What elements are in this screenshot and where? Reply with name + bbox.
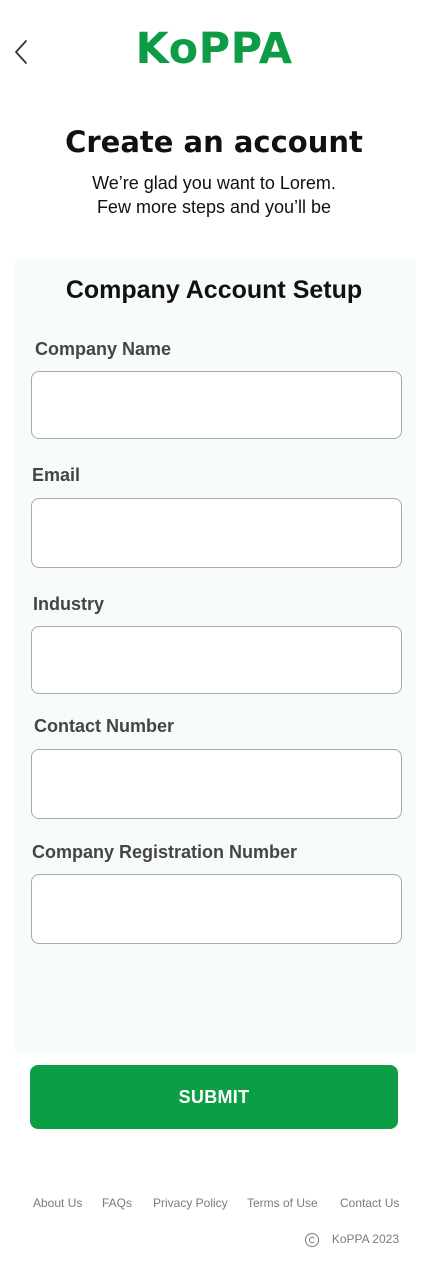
header: KoPPA (0, 0, 428, 100)
email-label: Email (32, 465, 81, 485)
company-name-input[interactable] (31, 371, 402, 439)
email-input[interactable] (31, 498, 402, 568)
contact-number-input[interactable] (31, 749, 402, 819)
industry-label: Industry (33, 594, 105, 614)
footer-link-faqs[interactable]: FAQs (102, 1196, 132, 1210)
footer-link-contact-us[interactable]: Contact Us (340, 1196, 399, 1210)
footer-link-privacy-policy[interactable]: Privacy Policy (153, 1196, 228, 1210)
footer-link-terms-of-use[interactable]: Terms of Use (247, 1196, 318, 1210)
form-title: Company Account Setup (65, 276, 363, 304)
footer-link-about-us[interactable]: About Us (33, 1196, 82, 1210)
contact-number-label: Contact Number (34, 716, 175, 736)
footer-links: About Us FAQs Privacy Policy Terms of Us… (0, 1196, 428, 1214)
industry-input[interactable] (31, 626, 402, 694)
subtitle-line-1: We’re glad you want to Lorem. (92, 173, 336, 193)
submit-button[interactable]: SUBMIT (30, 1065, 398, 1129)
subtitle-line-2: Few more steps and you’ll be (96, 197, 332, 217)
page-title: Create an account (65, 125, 363, 159)
company-name-label: Company Name (35, 339, 172, 359)
copyright-icon (305, 1233, 319, 1247)
brand-logo: KoPPA (135, 24, 293, 74)
company-registration-number-label: Company Registration Number (32, 842, 298, 862)
copyright-text: KoPPA 2023 (331, 1232, 399, 1246)
company-registration-number-input[interactable] (31, 874, 402, 944)
